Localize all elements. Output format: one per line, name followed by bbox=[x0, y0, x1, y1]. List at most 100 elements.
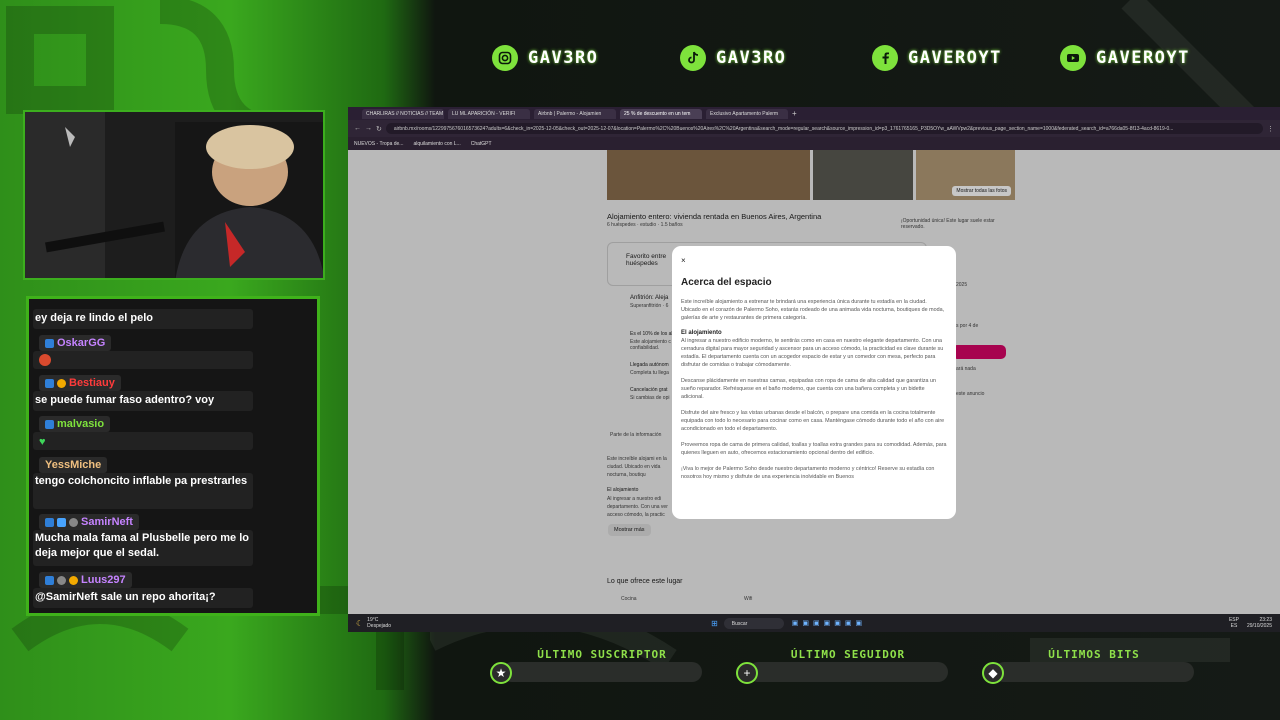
social-facebook: GAVEROYT bbox=[872, 42, 1002, 74]
stat-label: ÚLTIMO SEGUIDOR bbox=[790, 648, 906, 661]
reload-icon[interactable]: ↻ bbox=[376, 125, 382, 133]
chat-message-text: ey deja re lindo el pelo bbox=[35, 312, 153, 324]
stream-overlay: GAV3RO GAV3RO GAVEROYT GAVEROYT ey deja … bbox=[0, 0, 1280, 720]
username-text: malvasio bbox=[57, 418, 105, 430]
stat-bar bbox=[748, 662, 948, 682]
address-bar: ← → ↻ airbnb.mx/rooms/122997567601657362… bbox=[348, 120, 1280, 137]
weather-widget[interactable]: 19°C Despejado bbox=[367, 617, 391, 629]
back-icon[interactable]: ← bbox=[354, 125, 361, 132]
browser-tab[interactable]: Exclusivo Apartamento Palerm bbox=[706, 108, 788, 119]
windows-taskbar: ☾ 19°C Despejado ⊞ Buscar ▣▣▣▣▣▣▣ ESP ES 2… bbox=[348, 614, 1280, 632]
social-links: GAV3RO GAV3RO GAVEROYT GAVEROYT bbox=[492, 42, 1222, 74]
stat-bar bbox=[994, 662, 1194, 682]
airbnb-page: Mostrar todas las fotos Alojamiento ente… bbox=[348, 150, 1280, 614]
webcam-image bbox=[25, 112, 323, 278]
modal-title: Acerca del espacio bbox=[681, 277, 772, 288]
taskbar-search[interactable]: Buscar bbox=[723, 617, 784, 629]
tab-bar: CHARLIRAS // NOTICIAS // TEAM LU ML APAR… bbox=[348, 107, 1280, 120]
chat-username: Luus297 bbox=[39, 572, 132, 588]
last-follower: ÚLTIMO SEGUIDOR + bbox=[736, 648, 956, 688]
youtube-icon bbox=[1060, 45, 1086, 71]
username-text: Bestiauy bbox=[69, 377, 115, 389]
badge-icon bbox=[45, 517, 54, 527]
new-tab-icon[interactable]: + bbox=[792, 109, 797, 118]
browser-tab[interactable]: Airbnb | Palermo - Alojamien bbox=[534, 108, 616, 119]
plus-icon: + bbox=[736, 662, 758, 684]
browser-tab[interactable]: CHARLIRAS // NOTICIAS // TEAM bbox=[362, 108, 444, 119]
weather-desc: Despejado bbox=[367, 623, 392, 629]
tiktok-icon bbox=[680, 45, 706, 71]
modal-paragraph: Al ingresar a nuestro edificio moderno, … bbox=[681, 338, 944, 368]
chat-message-text: @SamirNeft sale un repo ahorita¡? bbox=[35, 591, 216, 603]
username-text: Luus297 bbox=[81, 574, 126, 586]
badge-icon bbox=[57, 575, 66, 585]
badge-icon bbox=[69, 517, 78, 527]
badge-icon bbox=[57, 378, 66, 388]
badge-icon bbox=[57, 517, 66, 527]
modal-paragraph: Este increíble alojamiento a estrenar te… bbox=[681, 299, 945, 321]
stat-label: ÚLTIMO SUSCRIPTOR bbox=[537, 648, 667, 661]
stat-bar bbox=[502, 662, 702, 682]
instagram-icon bbox=[492, 45, 518, 71]
chat-message-text: tengo colchoncito inflable pa prestrarle… bbox=[35, 475, 248, 487]
clock-date: 29/10/2025 bbox=[1246, 623, 1272, 629]
modal-paragraph: ¡Viva lo mejor de Palermo Soho desde nue… bbox=[681, 466, 935, 480]
chat-list[interactable]: ey deja re lindo el pelo OskarGG Bestiau… bbox=[29, 299, 317, 613]
modal-paragraph: Descanse plácidamente en nuestras camas,… bbox=[681, 378, 937, 400]
chat-username: YessMiche bbox=[39, 457, 108, 473]
about-space-modal: × Acerca del espacio Este increíble aloj… bbox=[672, 246, 956, 519]
system-clock[interactable]: 23:23 29/10/2025 bbox=[1247, 617, 1272, 629]
forward-icon[interactable]: → bbox=[365, 125, 372, 132]
chat-message-text: se puede fumar faso adentro? voy bbox=[35, 394, 215, 406]
menu-icon[interactable]: ⋮ bbox=[1267, 125, 1274, 133]
social-tiktok: GAV3RO bbox=[680, 42, 786, 74]
url-field[interactable]: airbnb.mx/rooms/1229975676016573624?adul… bbox=[385, 123, 1263, 134]
chat-username: Bestiauy bbox=[39, 375, 121, 391]
bookmark-item[interactable]: ChatGPT bbox=[471, 141, 492, 147]
chat-username: OskarGG bbox=[39, 335, 112, 351]
chat-panel: ey deja re lindo el pelo OskarGG Bestiau… bbox=[26, 296, 320, 616]
browser-tab[interactable]: LU ML APARICIÓN - VERIFI bbox=[448, 108, 530, 119]
bookmarks-bar: NUEVOS - Tropa de... alquilamiento con L… bbox=[348, 137, 1280, 150]
star-icon: ★ bbox=[490, 662, 512, 684]
language-region: ES bbox=[1230, 623, 1238, 629]
bookmark-item[interactable]: alquilamiento con L... bbox=[413, 141, 460, 147]
chat-message-text: Mucha mala fama al Plusbelle pero me lo … bbox=[35, 532, 249, 559]
social-instagram: GAV3RO bbox=[492, 42, 598, 74]
stat-label: ÚLTIMOS BITS bbox=[1048, 648, 1140, 661]
bookmark-item[interactable]: NUEVOS - Tropa de... bbox=[354, 141, 403, 147]
weather-icon: ☾ bbox=[356, 618, 364, 628]
close-icon[interactable]: × bbox=[681, 256, 947, 265]
chat-message: ♥ bbox=[33, 432, 253, 450]
username-text: OskarGG bbox=[57, 337, 106, 349]
username-text: SamirNeft bbox=[81, 516, 133, 528]
social-handle: GAV3RO bbox=[716, 48, 787, 68]
badge-icon bbox=[45, 338, 54, 348]
chat-message bbox=[33, 351, 253, 369]
badge-icon bbox=[69, 575, 78, 585]
modal-subheading: El alojamiento bbox=[681, 330, 722, 336]
badge-icon bbox=[45, 419, 54, 429]
browser-window: CHARLIRAS // NOTICIAS // TEAM LU ML APAR… bbox=[348, 107, 1280, 632]
badge-icon bbox=[45, 378, 54, 388]
modal-paragraph: Disfrute del aire fresco y las vistas ur… bbox=[681, 410, 945, 432]
badge-icon bbox=[45, 575, 54, 585]
language-indicator[interactable]: ESP ES bbox=[1229, 617, 1239, 629]
last-subscriber: ÚLTIMO SUSCRIPTOR ★ bbox=[490, 648, 710, 688]
social-handle: GAVEROYT bbox=[908, 48, 1002, 68]
chat-username: SamirNeft bbox=[39, 514, 139, 530]
social-youtube: GAVEROYT bbox=[1060, 42, 1190, 74]
last-bits: ÚLTIMOS BITS ◆ bbox=[982, 648, 1202, 688]
social-handle: GAVEROYT bbox=[1096, 48, 1190, 68]
username-text: YessMiche bbox=[45, 459, 102, 471]
modal-paragraph: Proveemos ropa de cama de primera calida… bbox=[681, 442, 947, 456]
social-handle: GAV3RO bbox=[528, 48, 599, 68]
facebook-icon bbox=[872, 45, 898, 71]
emote-icon bbox=[39, 354, 51, 366]
heart-icon: ♥ bbox=[39, 436, 46, 448]
webcam-feed bbox=[23, 110, 325, 280]
windows-start-icon[interactable]: ⊞ bbox=[711, 619, 718, 628]
browser-tab-active[interactable]: 25 % de descuento en un tem bbox=[620, 108, 702, 119]
bits-icon: ◆ bbox=[982, 662, 1004, 684]
taskbar-app-icons[interactable]: ▣▣▣▣▣▣▣ bbox=[792, 619, 866, 627]
